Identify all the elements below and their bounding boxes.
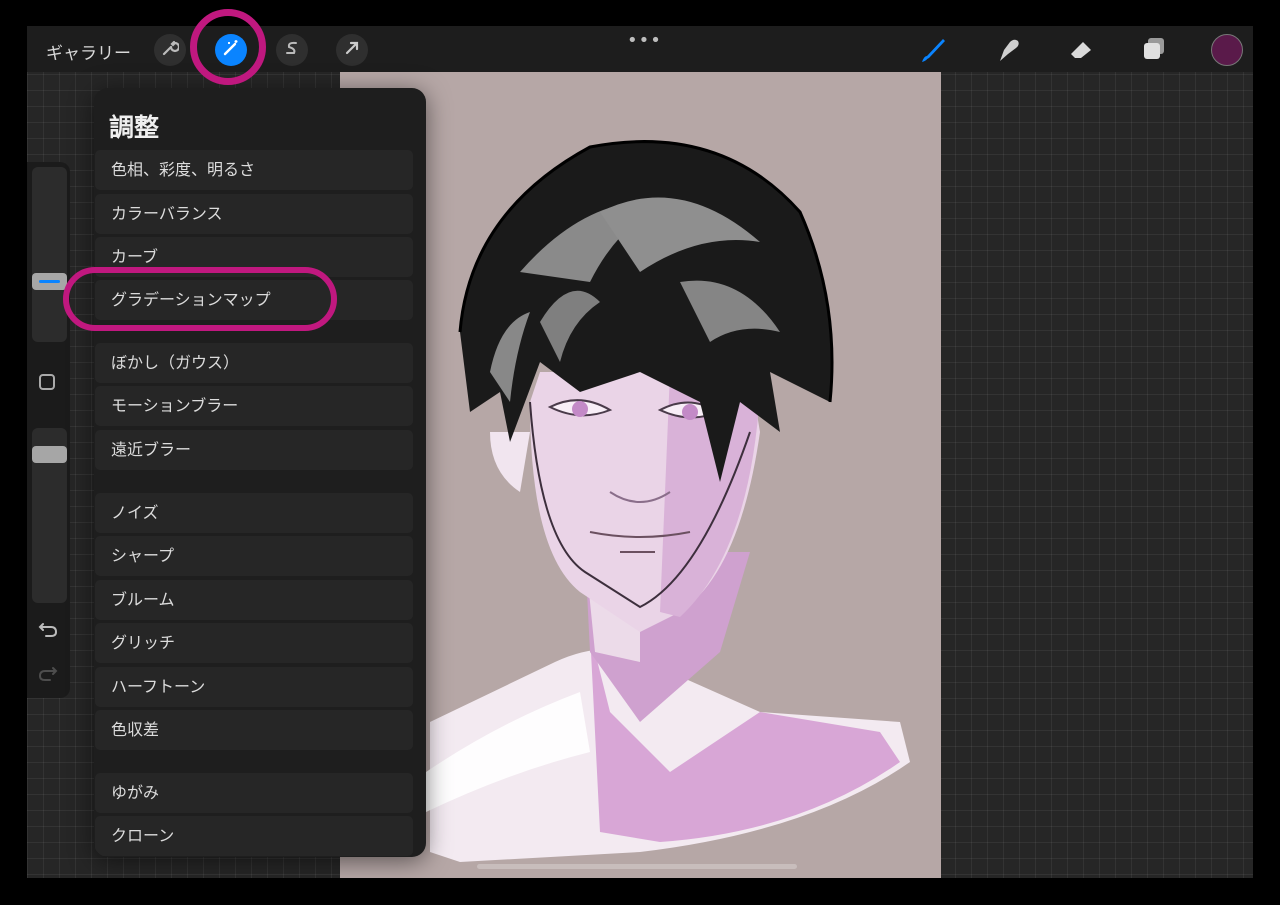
eraser-tool-button[interactable]: [1065, 34, 1099, 68]
arrow-cursor-icon: [343, 39, 361, 61]
highlight-ring-gradient-map: [63, 267, 337, 331]
adjustments-menu: 調整 色相、彩度、明るさ カラーバランス カーブ グラデーションマップ ぼかし（ガウス）…: [94, 88, 426, 857]
smudge-tool-button[interactable]: [992, 34, 1026, 68]
menu-item[interactable]: ブルーム: [95, 580, 413, 620]
smudge-icon: [994, 34, 1024, 68]
menu-item[interactable]: カラーバランス: [95, 194, 413, 234]
menu-title: 調整: [109, 113, 160, 142]
wrench-icon: [161, 39, 181, 61]
selection-s-icon: [283, 39, 301, 61]
menu-item[interactable]: 色収差: [95, 710, 413, 750]
menu-item[interactable]: ハーフトーン: [95, 667, 413, 707]
menu-item[interactable]: ゆがみ: [95, 773, 413, 813]
drawing-canvas[interactable]: [340, 72, 941, 878]
menu-item[interactable]: クローン: [95, 816, 413, 856]
layers-icon: [1140, 35, 1168, 67]
menu-item[interactable]: 色相、彩度、明るさ: [95, 150, 413, 190]
menu-item[interactable]: グリッチ: [95, 623, 413, 663]
brush-size-handle[interactable]: [32, 273, 67, 290]
menu-item[interactable]: シャープ: [95, 536, 413, 576]
home-indicator: [477, 864, 797, 869]
more-options-icon[interactable]: •••: [627, 30, 662, 51]
brush-sidebar: [27, 162, 70, 698]
opacity-handle[interactable]: [32, 446, 67, 463]
menu-item[interactable]: 遠近ブラー: [95, 430, 413, 470]
brush-icon: [919, 34, 949, 68]
highlight-ring-adjustments: [190, 9, 266, 85]
redo-icon[interactable]: [38, 664, 58, 686]
procreate-screen: ギャラリー ••• 調整 色相、彩度、明るさ カラーバランス カーブ グラデーシ…: [27, 26, 1253, 878]
transform-tool-button[interactable]: [336, 34, 368, 66]
menu-item[interactable]: モーションブラー: [95, 386, 413, 426]
gallery-button[interactable]: ギャラリー: [46, 39, 131, 64]
brush-size-slider[interactable]: [32, 167, 67, 342]
artwork-illustration: [426, 140, 910, 862]
current-color-swatch[interactable]: [1211, 34, 1243, 66]
brush-tool-button[interactable]: [917, 34, 951, 68]
menu-item[interactable]: ぼかし（ガウス）: [95, 343, 413, 383]
undo-icon[interactable]: [38, 620, 58, 642]
actions-tool-button[interactable]: [154, 34, 186, 66]
eraser-icon: [1067, 34, 1097, 68]
layers-tool-button[interactable]: [1137, 34, 1171, 68]
menu-item[interactable]: ノイズ: [95, 493, 413, 533]
eyedropper-square-icon[interactable]: [39, 374, 55, 390]
selection-tool-button[interactable]: [276, 34, 308, 66]
